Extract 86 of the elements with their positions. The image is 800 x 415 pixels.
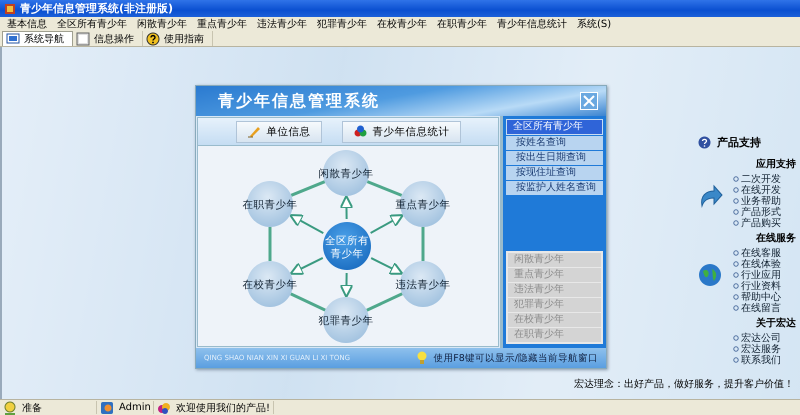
slogan-text: 宏达理念：出好产品，做好服务，提升客户价值！	[574, 378, 794, 391]
connector-line	[290, 292, 326, 312]
people-icon	[157, 400, 171, 414]
arrow	[339, 195, 354, 220]
connector-line	[366, 180, 402, 197]
app-icon	[4, 2, 16, 14]
query-item[interactable]: 按姓名查询	[506, 136, 603, 150]
query-item[interactable]: 全区所有青少年	[506, 119, 603, 135]
support-link[interactable]: 产品形式	[741, 204, 781, 218]
dialog-title: 青少年信息管理系统	[218, 90, 380, 112]
section-heading: 应用支持	[755, 157, 796, 171]
support-link[interactable]: 在线体验	[741, 256, 781, 270]
bullet-icon	[733, 220, 739, 226]
connector-line	[366, 292, 403, 312]
status-text: 准备	[22, 402, 42, 414]
support-link[interactable]: 宏达公司	[741, 330, 781, 344]
menu-item[interactable]: 基本信息	[2, 17, 52, 31]
status-text: 欢迎使用我们的产品!	[176, 402, 270, 414]
hint-text: 使用F8键可以显示/隐藏当前导航窗口	[433, 352, 598, 364]
bullet-icon	[733, 198, 739, 204]
support-link[interactable]: 在线客服	[741, 246, 781, 260]
status-text: Admin	[119, 402, 151, 413]
support-link[interactable]: 行业资料	[741, 278, 781, 292]
arrow	[370, 214, 404, 234]
menu-item[interactable]: 在职青少年	[432, 17, 492, 31]
menu-item[interactable]: 违法青少年	[252, 17, 312, 31]
arrow	[370, 257, 404, 275]
monitor-icon	[6, 32, 20, 46]
support-link[interactable]: 二次开发	[741, 172, 781, 186]
query-item[interactable]: 按现住址查询	[506, 166, 603, 180]
dialog-button[interactable]: 单位信息	[236, 120, 322, 142]
bullet-icon	[733, 356, 739, 362]
bullet-icon	[733, 294, 739, 300]
lightbulb-icon	[416, 351, 428, 365]
help-icon	[698, 136, 711, 149]
support-link[interactable]: 联系我们	[741, 352, 781, 366]
toolbar-tab[interactable]: 信息操作	[73, 31, 143, 46]
help-icon	[146, 32, 160, 46]
arrow	[339, 272, 354, 298]
bullet-icon	[733, 186, 739, 192]
arrow	[290, 257, 324, 275]
bullet-icon	[733, 282, 739, 288]
section-heading: 关于宏达	[755, 316, 796, 330]
bullet-icon	[733, 334, 739, 340]
user-icon	[100, 400, 114, 414]
bullet-icon	[733, 250, 739, 256]
close-button[interactable]	[580, 92, 598, 110]
center-node: 全区所有青少年	[323, 222, 371, 270]
pencil-icon	[246, 124, 262, 139]
menu-item[interactable]: 全区所有青少年	[52, 17, 132, 31]
bullet-icon	[733, 208, 739, 214]
support-link[interactable]: 产品购买	[741, 216, 781, 230]
menu-item[interactable]: 系统(S)	[572, 17, 616, 31]
menu-item[interactable]: 闲散青少年	[132, 17, 192, 31]
menu-item[interactable]: 犯罪青少年	[312, 17, 372, 31]
support-link[interactable]: 行业应用	[741, 268, 781, 282]
query-item[interactable]: 按出生日期查询	[506, 151, 603, 165]
bullet-icon	[733, 260, 739, 266]
support-title: 产品支持	[717, 135, 761, 150]
dialog-button[interactable]: 青少年信息统计	[342, 120, 460, 142]
colored-balls-icon	[352, 124, 368, 139]
support-link[interactable]: 宏达服务	[741, 342, 781, 356]
bullet-icon	[733, 272, 739, 278]
toolbar-tab[interactable]: 系统导航	[2, 31, 73, 46]
connector-line	[268, 227, 272, 261]
arrow	[289, 214, 324, 234]
support-link[interactable]: 在线留言	[741, 300, 781, 314]
connector-line	[422, 227, 424, 261]
bullet-icon	[733, 304, 739, 310]
bullet-icon	[733, 346, 739, 352]
support-link[interactable]: 业务帮助	[741, 194, 781, 208]
globe-icon	[698, 263, 723, 288]
bullet-icon	[733, 176, 739, 182]
connector-line	[290, 180, 326, 197]
lightbulb-icon	[3, 400, 17, 414]
support-link[interactable]: 在线开发	[741, 182, 781, 196]
close-icon	[582, 94, 596, 108]
menu-item[interactable]: 青少年信息统计	[492, 17, 572, 31]
menu-item[interactable]: 在校青少年	[372, 17, 432, 31]
toolbar-tab[interactable]: 使用指南	[143, 31, 213, 46]
curved-arrow-icon	[698, 184, 723, 208]
query-item[interactable]: 按监护人姓名查询	[506, 181, 603, 195]
window-title: 青少年信息管理系统(非注册版)	[20, 1, 174, 16]
menu-item[interactable]: 重点青少年	[192, 17, 252, 31]
support-link[interactable]: 帮助中心	[741, 290, 781, 304]
section-heading: 在线服务	[754, 232, 796, 245]
